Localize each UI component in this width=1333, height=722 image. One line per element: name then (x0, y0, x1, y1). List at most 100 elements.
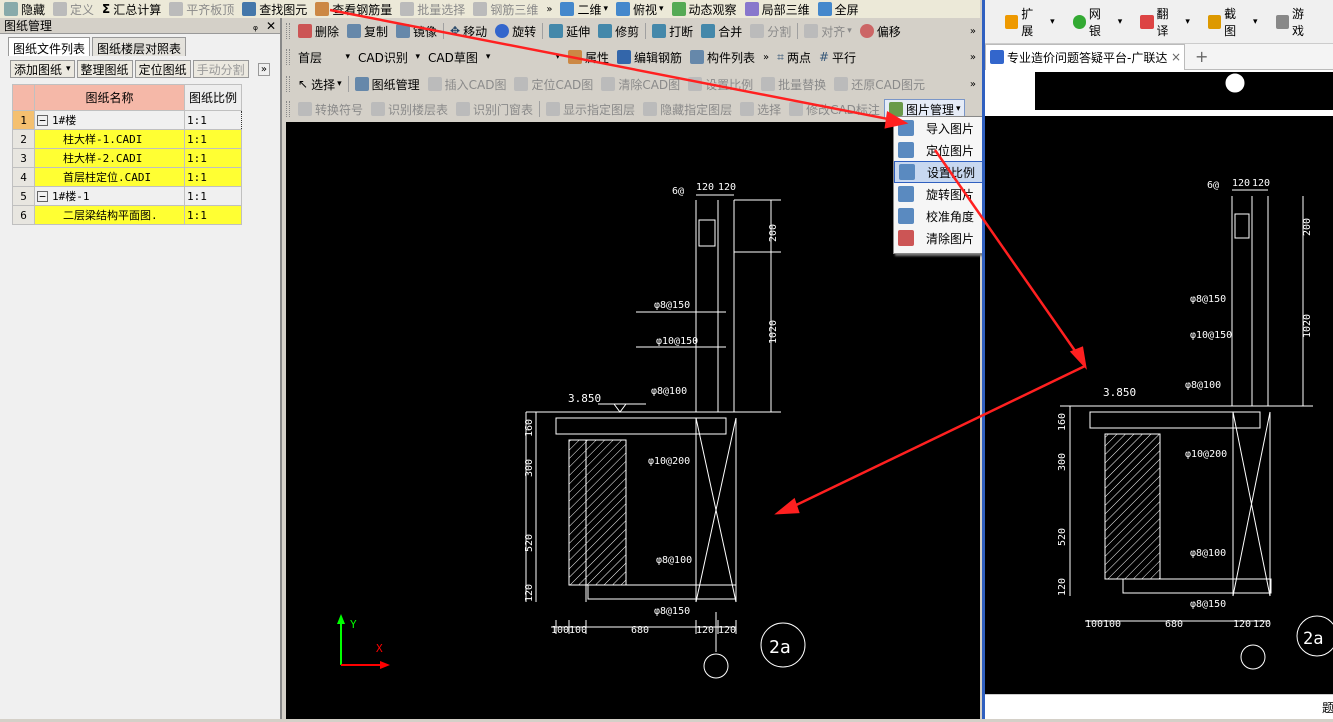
toolbar-grip[interactable] (286, 76, 290, 92)
extension-button[interactable]: 扩展 ▾ (1005, 5, 1055, 39)
move-button[interactable]: ✥ 移动 (446, 21, 491, 41)
table-row[interactable]: 5−1#楼-1 1:1 (12, 186, 242, 206)
rebar-label: φ8@150 (654, 606, 690, 617)
dim-label: 100 (551, 625, 569, 636)
overflow-icon[interactable]: » (546, 4, 552, 15)
local-3d-button[interactable]: 局部三维 (741, 0, 814, 18)
break-button[interactable]: 打断 (648, 21, 697, 41)
align-dropdown[interactable]: 对齐 ▾ (800, 21, 856, 41)
locate-drawing-button[interactable]: 定位图纸 (134, 60, 191, 78)
copy-button[interactable]: 复制 (343, 21, 392, 41)
hide-layer-button[interactable]: 隐藏指定图层 (639, 99, 736, 119)
batch-replace-button[interactable]: 批量替换 (757, 74, 830, 94)
overflow-icon[interactable]: » (970, 26, 976, 37)
offset-button[interactable]: 偏移 (856, 21, 905, 41)
table-row[interactable]: 1−1#楼 1:1 (12, 110, 242, 130)
page-image-top (1035, 72, 1333, 110)
restore-cad-button[interactable]: 还原CAD图元 (830, 74, 929, 94)
tab-drawing-files[interactable]: 图纸文件列表 (8, 37, 91, 56)
hide-layer-icon (643, 102, 658, 116)
merge-button[interactable]: 合并 (697, 21, 746, 41)
split-button[interactable]: 分割 (746, 21, 795, 41)
translate-button[interactable]: 翻译 ▾ (1140, 5, 1190, 39)
parallel-icon: # (818, 50, 830, 64)
drawing-management-panel: 图纸管理 ᵩ ✕ 图纸文件列表 图纸楼层对照表 添加图纸 ▾ 整理图纸 定位图纸 手动… (0, 18, 282, 719)
flat-slab-button[interactable]: 平齐板顶 (165, 0, 238, 18)
recognize-floor-table-button[interactable]: 识别楼层表 (367, 99, 452, 119)
summary-button[interactable]: Σ 汇总计算 (98, 0, 165, 18)
restore-icon (834, 77, 849, 91)
set-scale-button[interactable]: 设置比例 (684, 74, 757, 94)
toolbar-grip[interactable] (286, 49, 290, 65)
insert-cad-button[interactable]: 插入CAD图 (424, 74, 511, 94)
rebar-label: φ8@100 (1185, 380, 1221, 391)
show-layer-button[interactable]: 显示指定图层 (542, 99, 639, 119)
extend-button[interactable]: 延伸 (545, 21, 594, 41)
organize-drawing-button[interactable]: 整理图纸 (76, 60, 133, 78)
table-row[interactable]: 2 柱大样-1.CADI 1:1 (12, 129, 242, 149)
find-element-button[interactable]: 查找图元 (238, 0, 311, 18)
parallel-button[interactable]: # 平行 (815, 47, 860, 67)
drawing-management-button[interactable]: 图纸管理 (351, 74, 424, 94)
toolbar-grip[interactable] (286, 101, 290, 117)
overflow-icon[interactable]: » (970, 52, 976, 63)
image-icon (888, 102, 903, 116)
scale-image-icon (899, 164, 915, 180)
locate-cad-button[interactable]: 定位CAD图 (510, 74, 597, 94)
edit-rebar-button[interactable]: 编辑钢筋 (613, 47, 686, 67)
mirror-button[interactable]: 镜像 (392, 21, 441, 41)
close-icon[interactable]: ✕ (266, 19, 276, 33)
online-bank-button[interactable]: 网银 ▾ (1072, 5, 1122, 39)
tab-floor-mapping[interactable]: 图纸楼层对照表 (92, 37, 187, 56)
dynamic-view-button[interactable]: 动态观察 (668, 0, 741, 18)
table-row[interactable]: 3 柱大样-2.CADI 1:1 (12, 148, 242, 168)
convert-symbol-button[interactable]: 转换符号 (294, 99, 367, 119)
elevation-label: 3.850 (568, 392, 601, 405)
component-list-button[interactable]: 构件列表 (686, 47, 759, 67)
table-row[interactable]: 4 首层柱定位.CADI 1:1 (12, 167, 242, 187)
rotate-image-icon (898, 186, 914, 202)
delete-button[interactable]: 删除 (294, 21, 343, 41)
browser-tab[interactable]: 专业造价问题答疑平台-广联达 × (985, 43, 1185, 70)
rebar-label: φ8@100 (1190, 548, 1226, 559)
manual-split-button[interactable]: 手动分割 (192, 60, 249, 78)
trim-button[interactable]: 修剪 (594, 21, 643, 41)
cad-draft-select[interactable]: CAD草图 ▾ ▾ (424, 47, 564, 67)
hide-button[interactable]: 隐藏 (0, 0, 49, 18)
dim-label: 120 (524, 584, 535, 602)
floor-select[interactable]: 首层 ▾ (294, 47, 354, 67)
cad-canvas[interactable]: 6@ 120 120 200 1020 φ8@150 φ10@150 φ8@10… (286, 122, 980, 719)
cad-toolbar: ↖ 选择 ▾ 图纸管理 插入CAD图 定位CAD图 清除CAD图 设置比例 批量替换… (286, 72, 980, 96)
select-dropdown[interactable]: ↖ 选择 ▾ (294, 74, 346, 94)
collapse-icon[interactable]: − (37, 115, 48, 126)
new-tab-button[interactable]: + (1195, 47, 1208, 66)
rebar-3d-button[interactable]: 钢筋三维 (469, 0, 542, 18)
select-partial-button[interactable]: 选择 (736, 99, 785, 119)
recognize-door-table-button[interactable]: 识别门窗表 (452, 99, 537, 119)
top-view-dropdown[interactable]: 俯视 ▾ (612, 0, 668, 18)
pin-icon[interactable]: ᵩ (253, 19, 258, 33)
toolbar-grip[interactable] (286, 23, 290, 39)
overflow-icon[interactable]: » (970, 79, 976, 90)
clear-cad-button[interactable]: 清除CAD图 (597, 74, 684, 94)
collapse-icon[interactable]: − (37, 191, 48, 202)
select-layer-icon (740, 102, 755, 116)
batch-select-button[interactable]: 批量选择 (396, 0, 469, 18)
screenshot-button[interactable]: 截图 ▾ (1207, 5, 1258, 39)
add-drawing-button[interactable]: 添加图纸 ▾ (10, 60, 75, 78)
overflow-icon[interactable]: » (763, 52, 769, 63)
rotate-button[interactable]: 旋转 (491, 21, 540, 41)
table-row[interactable]: 6 二层梁结构平面图. 1:1 (12, 205, 242, 225)
define-button[interactable]: 定义 (49, 0, 98, 18)
tab-close-icon[interactable]: × (1171, 50, 1181, 64)
fullscreen-button[interactable]: 全屏 (814, 0, 863, 18)
two-point-button[interactable]: ⌗ 两点 (773, 47, 815, 67)
modify-cad-annotation-button[interactable]: 修改CAD标注 (785, 99, 884, 119)
game-button[interactable]: 游戏 (1275, 5, 1315, 39)
properties-button[interactable]: 属性 (564, 47, 613, 67)
view-rebar-button[interactable]: 查看钢筋量 (311, 0, 396, 18)
overflow-icon[interactable]: » (257, 62, 270, 76)
cad-recog-select[interactable]: CAD识别 ▾ (354, 47, 424, 67)
divider (443, 23, 445, 39)
mode-2d-dropdown[interactable]: 二维 ▾ (556, 0, 612, 18)
